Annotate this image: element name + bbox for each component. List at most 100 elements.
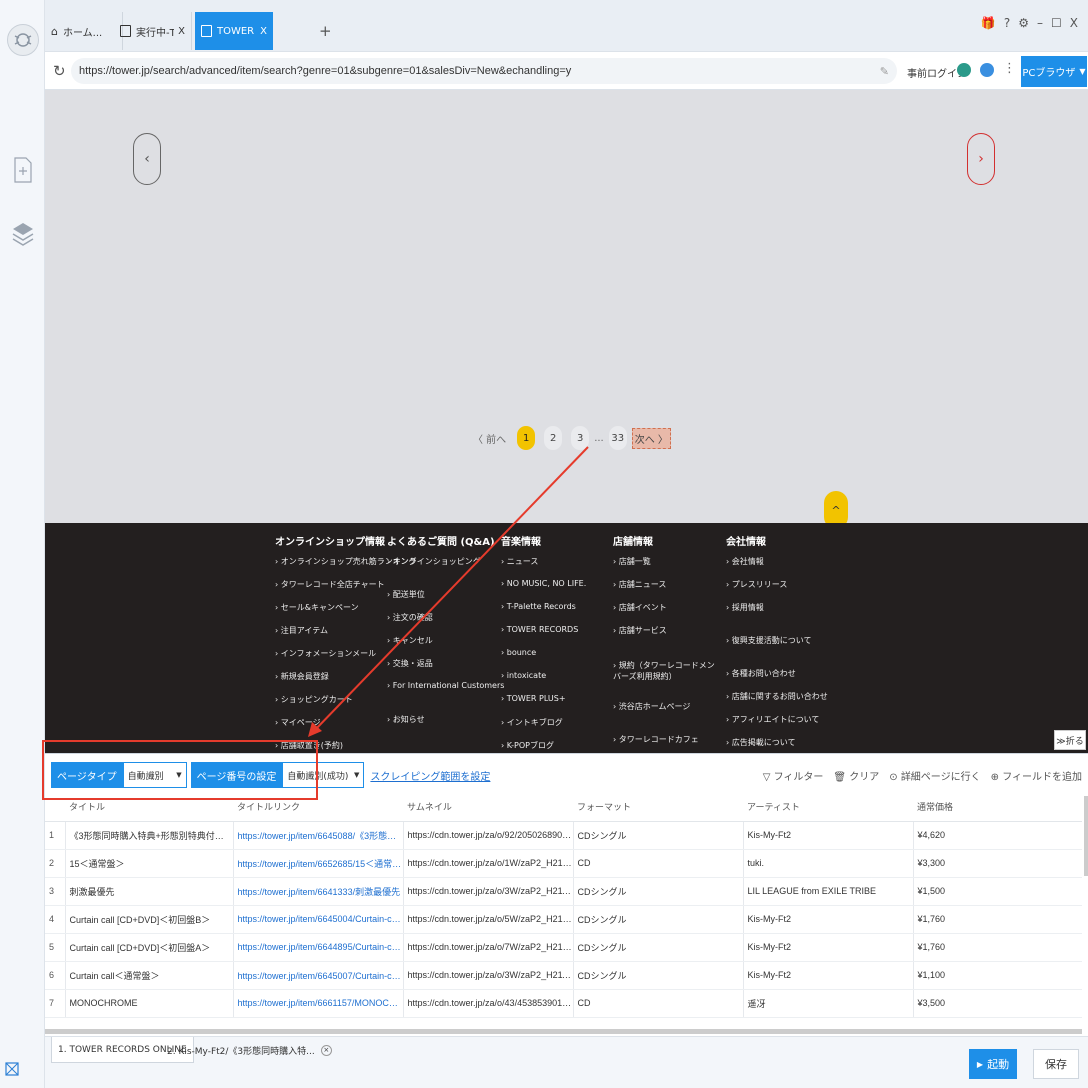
cell-title[interactable]: MONOCHROME	[65, 989, 234, 1018]
cell-format[interactable]: CDシングル	[573, 821, 744, 850]
footer-link[interactable]: 採用情報	[726, 602, 828, 625]
cell-title-link[interactable]: https://tower.jp/item/6645088/《3形態同時購入特典…	[233, 821, 404, 850]
collapse-button[interactable]: ≫折る	[1054, 730, 1086, 750]
footer-link[interactable]: お知らせ	[387, 714, 504, 737]
tab-home[interactable]: ⌂ ホーム...	[45, 12, 123, 50]
cell-artist[interactable]: LIL LEAGUE from EXILE TRIBE	[743, 877, 914, 906]
cell-thumbnail[interactable]: https://cdn.tower.jp/za/o/43/45385390174…	[403, 989, 574, 1018]
horizontal-scrollbar[interactable]	[45, 1029, 1082, 1034]
pager-next[interactable]: 次へ 〉	[631, 427, 671, 449]
cell-format[interactable]: CDシングル	[573, 933, 744, 962]
col-header-format[interactable]: フォーマット	[573, 793, 743, 822]
cell-thumbnail[interactable]: https://cdn.tower.jp/za/o/3W/zaP2_H21128…	[403, 961, 574, 990]
pc-browser-button[interactable]: PCブラウザ ▼	[1021, 56, 1087, 87]
cell-thumbnail[interactable]: https://cdn.tower.jp/za/o/1W/zaP2_H21069…	[403, 849, 574, 878]
cell-price[interactable]: ¥3,500	[913, 989, 1082, 1018]
cell-title[interactable]: 15＜通常盤＞	[65, 849, 234, 878]
cell-thumbnail[interactable]: https://cdn.tower.jp/za/o/92/20502689047…	[403, 821, 574, 850]
cell-title-link[interactable]: https://tower.jp/item/6652685/15＜通常盤＞	[233, 849, 404, 878]
close-icon[interactable]: ×	[320, 1044, 332, 1056]
table-row[interactable]: 6 Curtain call＜通常盤＞ https://tower.jp/item/…	[45, 961, 1082, 990]
new-task-icon[interactable]	[12, 156, 34, 184]
cell-title-link[interactable]: https://tower.jp/item/6641333/刺激最優先	[233, 877, 404, 906]
cell-title[interactable]: Curtain call [CD+DVD]＜初回盤B＞	[65, 905, 234, 934]
cell-index[interactable]: 2	[45, 849, 66, 878]
cell-artist[interactable]: Kis-My-Ft2	[743, 905, 914, 934]
clear-button[interactable]: 🗑 クリア	[833, 768, 879, 783]
cell-index[interactable]: 7	[45, 989, 66, 1018]
footer-link[interactable]: ニュース	[501, 556, 586, 579]
table-row[interactable]: 7 MONOCHROME https://tower.jp/item/6661157…	[45, 989, 1082, 1018]
table-row[interactable]: 1《3形態同時購入特典+形態別特典付セット》Curtai...https://t…	[45, 821, 1082, 850]
cell-title-link[interactable]: https://tower.jp/item/6644895/Curtain-ca…	[233, 933, 404, 962]
add-field-button[interactable]: ⊕ フィールドを追加	[991, 768, 1082, 783]
footer-link[interactable]: 規約（タワーレコードメンバーズ利用規約）	[613, 660, 721, 693]
cell-price[interactable]: ¥1,500	[913, 877, 1082, 906]
footer-link[interactable]: 店舗サービス	[613, 625, 721, 648]
carousel-next-button[interactable]: ›	[967, 133, 995, 185]
cell-format[interactable]: CD	[573, 989, 744, 1018]
footer-link[interactable]: タワーレコードカフェ	[613, 734, 721, 753]
footer-link[interactable]: 注文の確認	[387, 612, 504, 635]
pager-page-3[interactable]: 3	[571, 426, 590, 450]
settings-icon[interactable]: ⚙	[1018, 16, 1029, 30]
col-header-artist[interactable]: アーティスト	[743, 793, 913, 822]
extension-icon[interactable]	[957, 63, 971, 77]
cell-format[interactable]: CDシングル	[573, 877, 744, 906]
mail-icon[interactable]	[5, 1062, 19, 1076]
cell-title-link[interactable]: https://tower.jp/item/6645007/Curtain-ca…	[233, 961, 404, 990]
cell-title[interactable]: 《3形態同時購入特典+形態別特典付セット》Curtai...	[65, 821, 234, 850]
cell-artist[interactable]: 遥冴	[743, 989, 914, 1018]
tab-running-task[interactable]: 実行中-TO... X	[114, 12, 192, 50]
extension-icon-2[interactable]	[980, 63, 994, 77]
layers-icon[interactable]	[12, 220, 34, 248]
pager-page-2[interactable]: 2	[544, 426, 563, 450]
start-button[interactable]: ▶ 起動	[969, 1049, 1017, 1079]
footer-link[interactable]: bounce	[501, 648, 586, 671]
cell-index[interactable]: 4	[45, 905, 66, 934]
task-tab-2[interactable]: 2. Kis-My-Ft2/《3形態同時購入特... ×	[161, 1037, 338, 1063]
footer-link[interactable]: K-POPブログ	[501, 740, 586, 753]
footer-link[interactable]: intoxicate	[501, 671, 586, 694]
maximize-button[interactable]: ☐	[1051, 16, 1062, 30]
gift-icon[interactable]: 🎁	[981, 16, 996, 30]
footer-link[interactable]: キャンセル	[387, 635, 504, 658]
save-button[interactable]: 保存	[1033, 1049, 1079, 1079]
cell-index[interactable]: 5	[45, 933, 66, 962]
edit-pen-icon[interactable]: ✎	[880, 65, 889, 78]
cell-title[interactable]: Curtain call [CD+DVD]＜初回盤A＞	[65, 933, 234, 962]
tab-close-button[interactable]: X	[178, 26, 185, 37]
vertical-scrollbar[interactable]	[1084, 796, 1088, 876]
cell-artist[interactable]: Kis-My-Ft2	[743, 821, 914, 850]
cell-thumbnail[interactable]: https://cdn.tower.jp/za/o/7W/zaP2_H21042…	[403, 933, 574, 962]
footer-link[interactable]: TOWER PLUS+	[501, 694, 586, 717]
help-icon[interactable]: ?	[1004, 16, 1010, 30]
cell-index[interactable]: 1	[45, 821, 66, 850]
close-window-button[interactable]: X	[1070, 16, 1078, 30]
footer-link[interactable]: 店舗に関するお問い合わせ	[726, 691, 828, 714]
reload-icon[interactable]: ↻	[53, 62, 66, 80]
carousel-prev-button[interactable]: ‹	[133, 133, 161, 185]
url-field[interactable]: https://tower.jp/search/advanced/item/se…	[71, 58, 897, 84]
cell-index[interactable]: 6	[45, 961, 66, 990]
footer-link[interactable]: For International Customers	[387, 681, 505, 704]
footer-link[interactable]: 会社情報	[726, 556, 828, 579]
footer-link[interactable]: オンラインショッピング	[387, 556, 504, 579]
footer-link[interactable]: 広告掲載について	[726, 737, 828, 753]
cell-artist[interactable]: tuki.	[743, 849, 914, 878]
footer-link[interactable]: 復興支援活動について	[726, 635, 828, 658]
footer-link[interactable]: 交換・返品	[387, 658, 504, 681]
cell-title[interactable]: Curtain call＜通常盤＞	[65, 961, 234, 990]
table-row[interactable]: 3 刺激最優先 https://tower.jp/item/6641333/刺激最優…	[45, 877, 1082, 906]
cell-price[interactable]: ¥1,760	[913, 933, 1082, 962]
footer-link[interactable]: TOWER RECORDS	[501, 625, 586, 648]
cell-title[interactable]: 刺激最優先	[65, 877, 234, 906]
tab-tower-records[interactable]: TOWER R... X	[195, 12, 273, 50]
pager-page-last[interactable]: 33	[608, 426, 627, 450]
col-header-price[interactable]: 通常価格	[913, 793, 1082, 822]
filter-button[interactable]: ▽ フィルター	[763, 768, 824, 783]
footer-link[interactable]: 渋谷店ホームページ	[613, 701, 721, 724]
col-header-thumbnail[interactable]: サムネイル	[403, 793, 573, 822]
url-text[interactable]: https://tower.jp/search/advanced/item/se…	[79, 65, 880, 77]
table-row[interactable]: 2 15＜通常盤＞ https://tower.jp/item/6652685/15…	[45, 849, 1082, 878]
